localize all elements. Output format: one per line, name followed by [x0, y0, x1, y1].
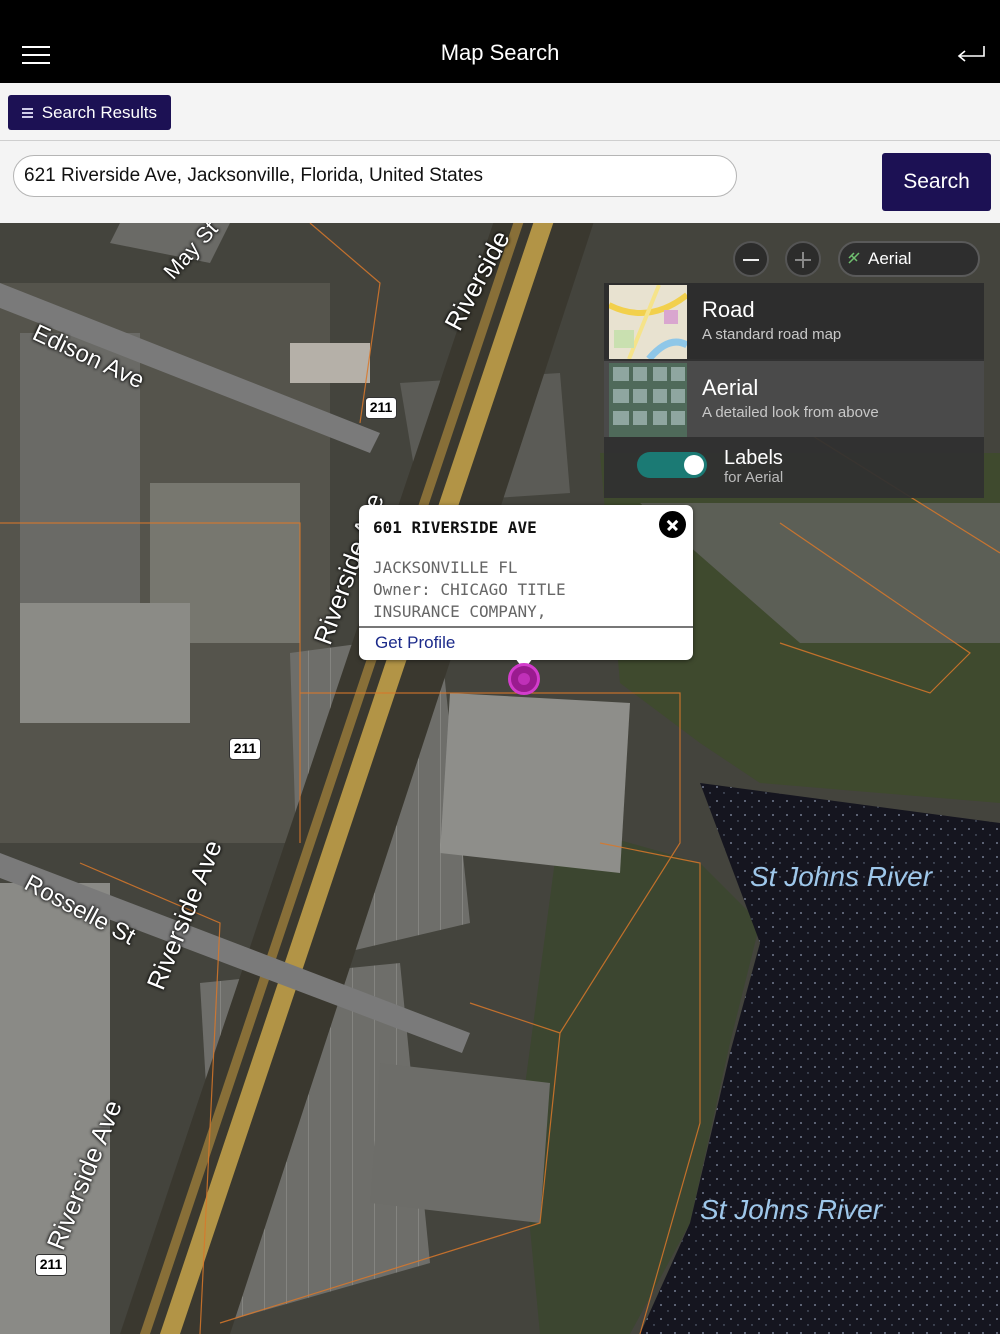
address-search-input[interactable] — [13, 155, 737, 197]
search-button[interactable]: Search — [882, 153, 991, 211]
search-results-button[interactable]: Search Results — [8, 95, 171, 130]
road-option-desc: A standard road map — [702, 326, 842, 343]
map-style-road[interactable]: Road A standard road map — [604, 283, 984, 359]
river-label: St Johns River — [750, 861, 933, 892]
page-title: Map Search — [440, 40, 560, 65]
close-icon[interactable] — [659, 511, 686, 538]
map-style-aerial[interactable]: Aerial A detailed look from above — [604, 361, 984, 437]
zoom-out-button[interactable] — [733, 241, 769, 277]
app-header: Map Search — [0, 0, 1000, 83]
aerial-leaf-icon — [848, 252, 860, 264]
road-option-name: Road — [702, 297, 755, 322]
route-shield: 211 — [365, 397, 397, 419]
list-icon — [22, 108, 33, 118]
property-info-popup: 601 RIVERSIDE AVE JACKSONVILLE FL Owner:… — [359, 505, 693, 670]
river-label: St Johns River — [700, 1194, 883, 1225]
road-map-thumbnail — [609, 285, 687, 359]
route-shield: 211 — [35, 1254, 67, 1276]
map-view[interactable]: May St Riverside Edison Ave Riverside Av… — [0, 223, 1000, 1334]
property-owner-cont: INSURANCE COMPANY, — [373, 602, 547, 621]
property-owner: Owner: CHICAGO TITLE — [373, 580, 566, 599]
aerial-map-thumbnail — [609, 363, 687, 437]
labels-toggle-sublabel: for Aerial — [724, 469, 784, 486]
labels-toggle-row: Labels for Aerial — [604, 439, 984, 498]
get-profile-link[interactable]: Get Profile — [375, 633, 455, 653]
results-bar: Search Results — [0, 83, 1000, 141]
search-results-label: Search Results — [41, 103, 158, 122]
popup-divider — [359, 626, 693, 628]
aerial-option-name: Aerial — [702, 375, 759, 400]
location-pin-icon[interactable] — [508, 663, 540, 695]
zoom-in-button[interactable] — [785, 241, 821, 277]
return-arrow-icon[interactable] — [954, 40, 988, 66]
route-shield: 211 — [229, 738, 261, 760]
aerial-option-desc: A detailed look from above — [702, 404, 879, 421]
map-style-panel: Road A standard road map Aerial A detail… — [604, 283, 984, 498]
map-style-selector[interactable]: Aerial — [838, 241, 980, 277]
property-city: JACKSONVILLE FL — [373, 558, 518, 577]
labels-toggle-label: Labels — [724, 447, 783, 469]
map-style-label: Aerial — [868, 249, 912, 268]
property-address-title: 601 RIVERSIDE AVE — [373, 518, 537, 537]
labels-toggle[interactable] — [637, 452, 707, 478]
search-bar: Search — [0, 141, 1000, 223]
